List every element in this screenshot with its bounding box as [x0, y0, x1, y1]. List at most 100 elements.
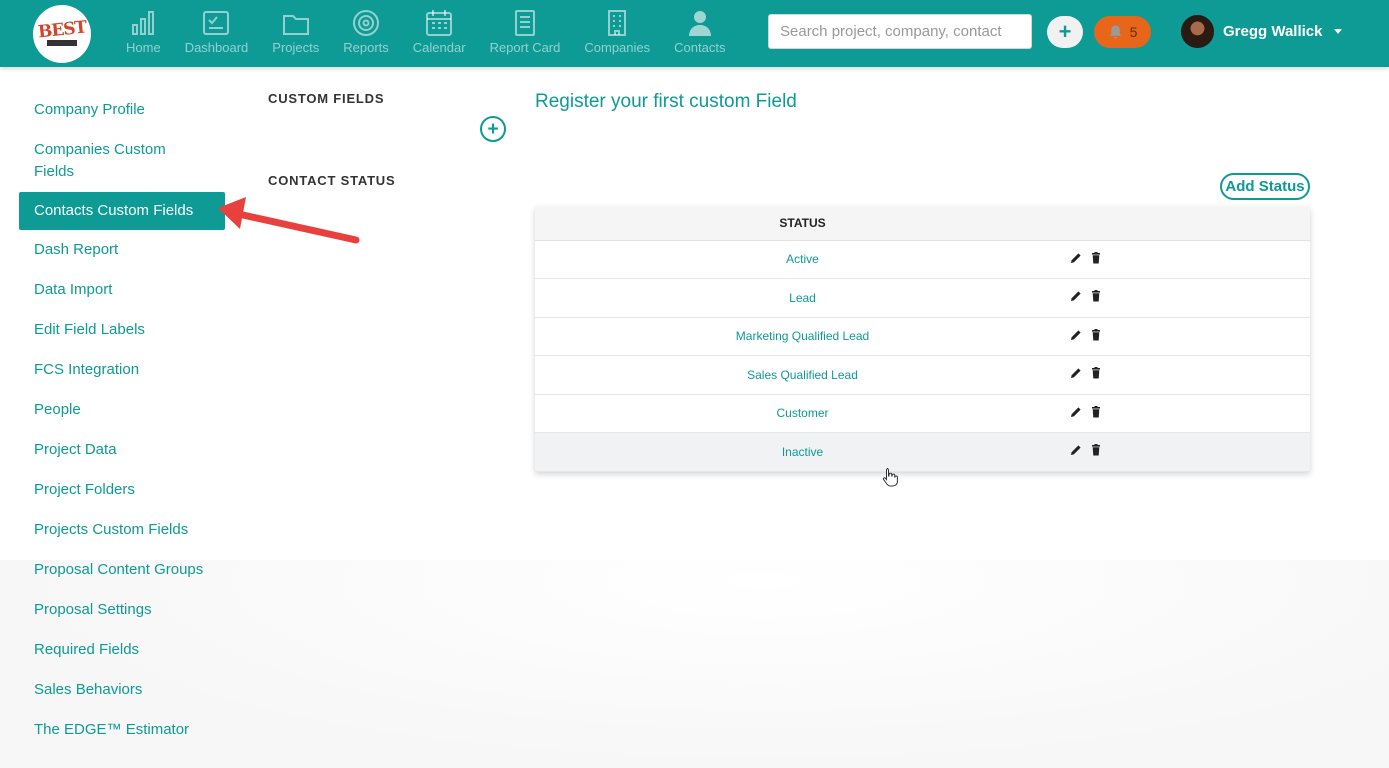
sidebar-item-projects-custom-fields[interactable]: Projects Custom Fields: [19, 510, 225, 550]
annotation-arrow: [218, 197, 360, 244]
nav-reports-label: Reports: [343, 40, 389, 55]
custom-fields-heading: CUSTOM FIELDS: [268, 91, 385, 106]
sidebar-item-company-profile[interactable]: Company Profile: [19, 90, 225, 130]
calendar-icon: [426, 10, 453, 36]
sidebar-item-edit-field-labels[interactable]: Edit Field Labels: [19, 310, 225, 350]
table-row: Active: [535, 240, 1310, 279]
row-actions: [1070, 290, 1102, 302]
nav-companies-label: Companies: [584, 40, 651, 55]
top-navbar: BEST Home Dashboard Projects Reports Cal…: [0, 0, 1389, 67]
row-actions: [1070, 251, 1102, 264]
edit-icon[interactable]: [1070, 290, 1082, 302]
sidebar-item-proposal-content-groups[interactable]: Proposal Content Groups: [19, 550, 225, 590]
nav-companies[interactable]: Companies: [572, 8, 662, 55]
target-icon: [353, 10, 380, 36]
table-row: Sales Qualified Lead: [535, 355, 1310, 395]
sidebar-item-project-folders[interactable]: Project Folders: [19, 470, 225, 510]
sidebar-item-project-data[interactable]: Project Data: [19, 430, 225, 470]
status-cell[interactable]: Marketing Qualified Lead: [535, 317, 1070, 356]
sidebar-item-sales-behaviors[interactable]: Sales Behaviors: [19, 670, 225, 710]
main-nav: Home Dashboard Projects Reports Calendar…: [114, 8, 737, 55]
nav-dashboard[interactable]: Dashboard: [173, 8, 261, 55]
sidebar-item-edge-estimator[interactable]: The EDGE™ Estimator: [19, 710, 225, 750]
nav-calendar[interactable]: Calendar: [401, 8, 478, 55]
logo-text: BEST: [36, 17, 88, 43]
nav-reports[interactable]: Reports: [331, 8, 401, 55]
sidebar-item-companies-custom-fields[interactable]: Companies Custom Fields: [19, 130, 209, 192]
nav-dashboard-label: Dashboard: [184, 40, 249, 55]
avatar: [1181, 15, 1214, 48]
actions-cell: [1070, 394, 1310, 433]
report-card-icon: [514, 10, 535, 36]
building-icon: [608, 10, 627, 36]
sidebar-item-contacts-custom-fields[interactable]: Contacts Custom Fields: [19, 192, 225, 230]
user-name: Gregg Wallick: [1223, 23, 1323, 40]
actions-cell: [1070, 355, 1310, 395]
status-cell[interactable]: Customer: [535, 394, 1070, 433]
nav-report-card-label: Report Card: [489, 40, 561, 55]
table-row: Customer: [535, 394, 1310, 433]
global-search-input[interactable]: [768, 14, 1032, 49]
contact-status-table: STATUS Active Lead Marketing Qualified Lea…: [535, 207, 1310, 472]
row-actions: [1070, 328, 1102, 341]
sidebar-item-proposal-settings[interactable]: Proposal Settings: [19, 590, 225, 630]
edit-icon[interactable]: [1070, 367, 1082, 379]
settings-sidebar: Company Profile Companies Custom Fields …: [19, 90, 229, 750]
sidebar-item-people[interactable]: People: [19, 390, 225, 430]
edit-icon[interactable]: [1070, 329, 1082, 341]
nav-calendar-label: Calendar: [412, 40, 466, 55]
edit-icon[interactable]: [1070, 252, 1082, 264]
sidebar-item-data-import[interactable]: Data Import: [19, 270, 225, 310]
table-row: Marketing Qualified Lead: [535, 317, 1310, 356]
dashboard-icon: [203, 11, 230, 35]
nav-home[interactable]: Home: [114, 8, 173, 55]
nav-contacts[interactable]: Contacts: [662, 8, 737, 55]
nav-home-label: Home: [126, 40, 161, 55]
edit-icon[interactable]: [1070, 406, 1082, 418]
status-cell[interactable]: Sales Qualified Lead: [535, 355, 1070, 395]
user-menu[interactable]: Gregg Wallick: [1181, 15, 1343, 48]
chevron-down-icon: [1334, 29, 1343, 34]
status-column-header: STATUS: [535, 207, 1070, 241]
nav-projects-label: Projects: [272, 40, 320, 55]
delete-icon[interactable]: [1090, 290, 1102, 302]
sidebar-item-fcs-integration[interactable]: FCS Integration: [19, 350, 225, 390]
bell-icon: [1109, 25, 1121, 39]
status-rows: Active Lead Marketing Qualified Lead Sales …: [535, 240, 1310, 472]
actions-cell: [1070, 317, 1310, 356]
row-actions: [1070, 405, 1102, 418]
status-cell[interactable]: Lead: [535, 278, 1070, 318]
add-status-button[interactable]: Add Status: [1220, 173, 1310, 200]
row-actions: [1070, 367, 1102, 379]
hand-cursor-icon: [882, 468, 898, 487]
register-custom-field-title: Register your first custom Field: [535, 91, 797, 112]
nav-report-card[interactable]: Report Card: [478, 8, 573, 55]
delete-icon[interactable]: [1090, 251, 1102, 264]
delete-icon[interactable]: [1090, 405, 1102, 418]
sidebar-item-dash-report[interactable]: Dash Report: [19, 230, 225, 270]
nav-contacts-label: Contacts: [674, 40, 726, 55]
notification-count: 5: [1129, 24, 1138, 40]
add-custom-field-button[interactable]: +: [480, 116, 506, 142]
table-row: Lead: [535, 278, 1310, 318]
status-cell[interactable]: Active: [535, 240, 1070, 279]
delete-icon[interactable]: [1090, 328, 1102, 341]
delete-icon[interactable]: [1090, 367, 1102, 379]
bar-chart-icon: [132, 11, 155, 35]
folder-icon: [282, 15, 309, 35]
person-icon: [688, 11, 711, 36]
notifications-button[interactable]: 5: [1094, 16, 1151, 48]
delete-icon[interactable]: [1090, 444, 1102, 456]
table-row: Inactive: [535, 432, 1310, 472]
contact-status-heading: CONTACT STATUS: [268, 173, 396, 188]
sidebar-item-required-fields[interactable]: Required Fields: [19, 630, 225, 670]
actions-cell: [1070, 240, 1310, 279]
edit-icon[interactable]: [1070, 444, 1082, 456]
actions-cell: [1070, 432, 1310, 472]
status-cell[interactable]: Inactive: [535, 432, 1070, 472]
row-actions: [1070, 444, 1102, 456]
table-header-row: STATUS: [535, 207, 1310, 241]
nav-projects[interactable]: Projects: [260, 8, 331, 55]
quick-add-button[interactable]: +: [1047, 16, 1083, 48]
company-logo[interactable]: BEST: [33, 5, 91, 63]
